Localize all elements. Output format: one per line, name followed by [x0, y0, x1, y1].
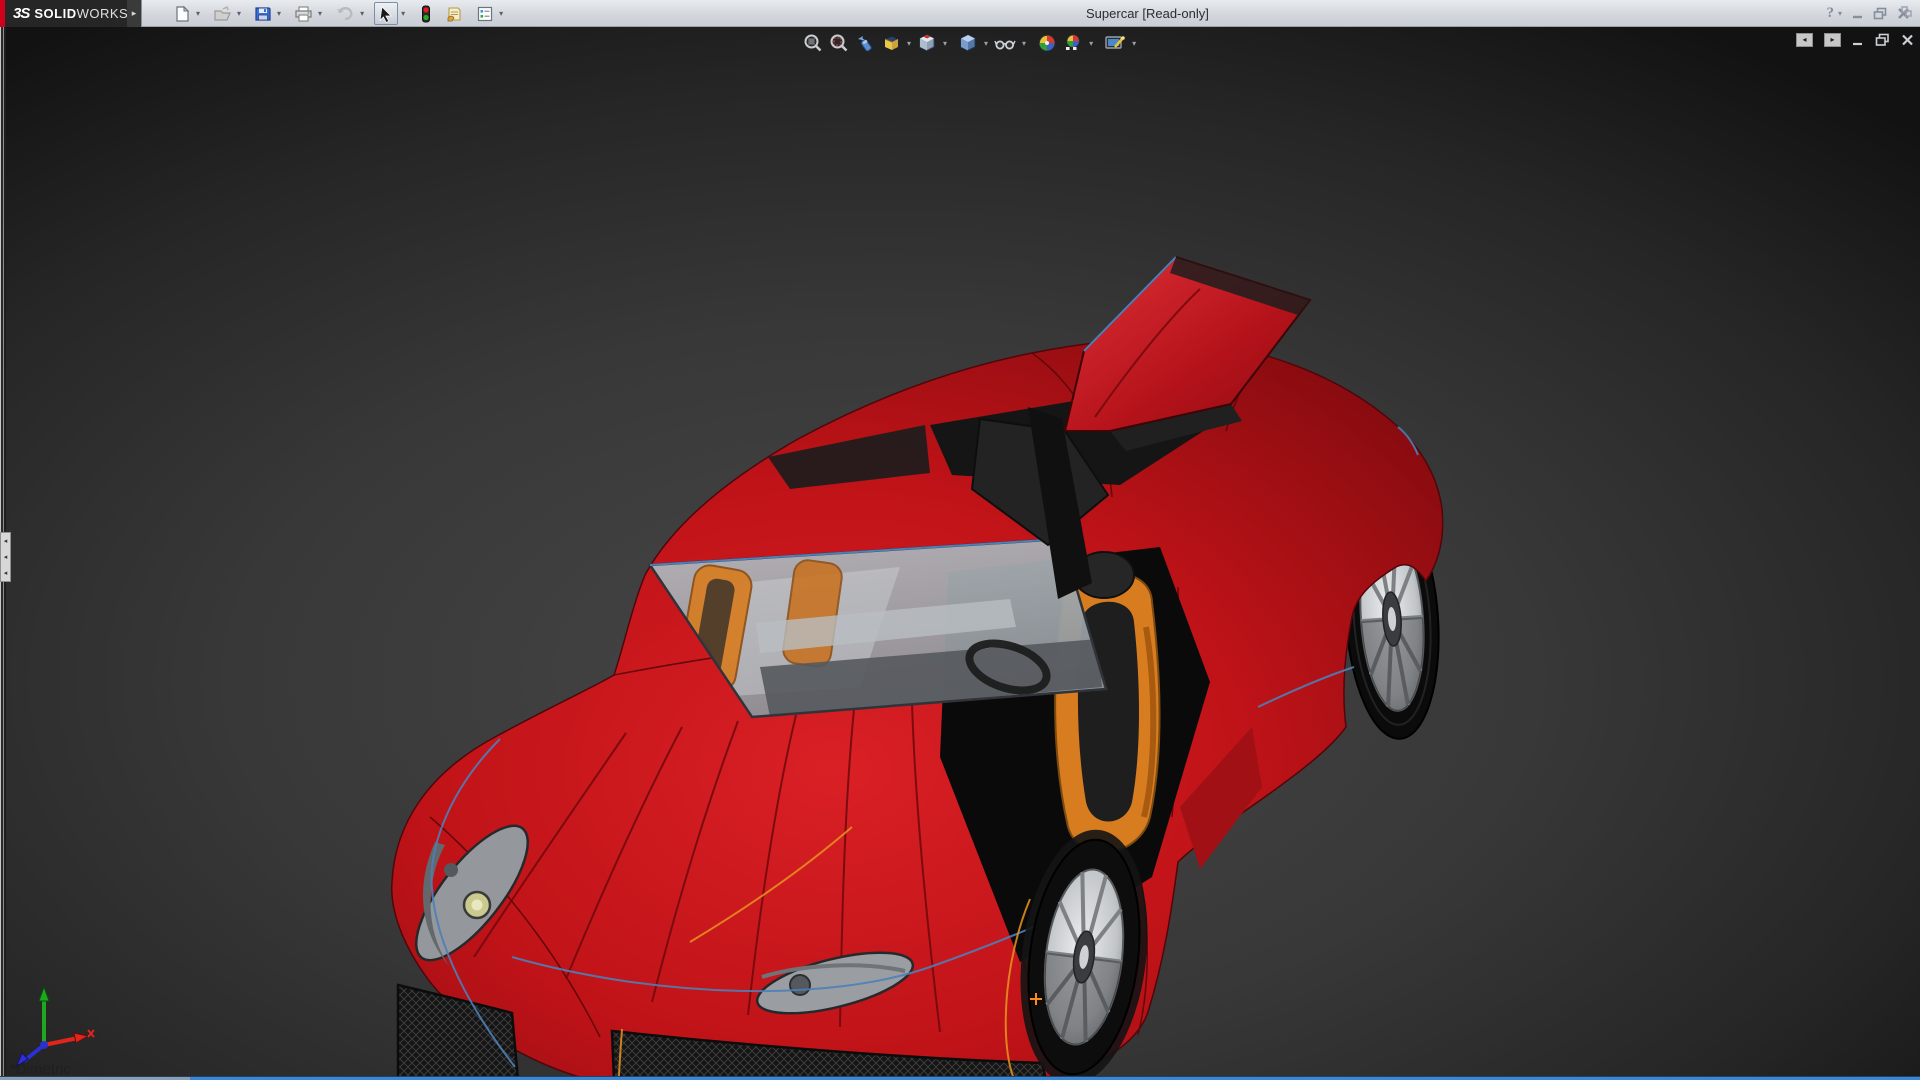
new-document-icon — [173, 5, 191, 23]
view-settings-button[interactable] — [1101, 31, 1129, 55]
undo-dropdown[interactable]: ▾ — [358, 9, 368, 18]
open-folder-icon — [213, 5, 232, 23]
zoom-to-area-icon — [829, 33, 849, 53]
select-tool-dropdown[interactable]: ▾ — [398, 2, 410, 25]
heads-up-view-toolbar: ▾ ▾ ▾ ▾ — [800, 31, 1139, 55]
orientation-triad — [6, 979, 96, 1069]
window-controls: ? ▾ — [1826, 0, 1910, 27]
brand-name-bold: SOLID — [34, 6, 76, 21]
zoom-to-fit-button[interactable] — [800, 31, 826, 55]
view-orientation-button[interactable] — [914, 31, 940, 55]
open-dropdown[interactable]: ▾ — [235, 9, 245, 18]
help-dropdown[interactable]: ▾ — [1838, 9, 1842, 18]
hide-show-items-dropdown[interactable]: ▾ — [1019, 39, 1029, 48]
previous-view-icon — [855, 33, 875, 53]
hide-show-items-button[interactable] — [991, 31, 1019, 55]
graphics-area: ◂ ◂ ◂ — [0, 27, 1920, 1080]
print-icon — [294, 5, 313, 23]
panel-tab-arrow-icon: ◂ — [4, 570, 8, 577]
close-document-button[interactable] — [1901, 33, 1914, 47]
view-orientation-dropdown[interactable]: ▾ — [904, 39, 914, 48]
view-orientation-cube-icon — [917, 33, 937, 53]
apply-scene-icon — [1063, 33, 1083, 53]
rebuild-button[interactable] — [416, 2, 436, 25]
standard-toolbar: ▾ ▾ ▾ ▾ — [170, 1, 507, 26]
expand-pane-arrow-icon: ▸ — [1830, 36, 1834, 44]
minimize-document-button[interactable] — [1852, 33, 1864, 47]
restore-document-button[interactable] — [1875, 33, 1890, 47]
hide-show-glasses-icon — [994, 33, 1016, 53]
zoom-to-area-button[interactable] — [826, 31, 852, 55]
select-cursor-icon — [377, 5, 395, 23]
menu-flyout-arrow-icon: ▸ — [132, 8, 137, 19]
solidworks-logo: 3S SOLID WORKS — [5, 0, 127, 27]
edit-appearance-ball-icon — [1037, 33, 1057, 53]
save-button[interactable] — [251, 2, 275, 25]
file-properties-icon — [445, 5, 464, 23]
minimize-button[interactable] — [1851, 7, 1864, 20]
print-dropdown[interactable]: ▾ — [316, 9, 326, 18]
menu-flyout-button[interactable]: ▸ — [127, 0, 142, 27]
brand-name-light: WORKS — [77, 6, 129, 21]
undo-button[interactable] — [332, 2, 358, 25]
window-title: Supercar [Read-only] — [1086, 6, 1209, 21]
select-dropdown-arrow-icon: ▾ — [399, 9, 409, 18]
file-properties-button[interactable] — [442, 2, 467, 25]
previous-view-button[interactable] — [852, 31, 878, 55]
open-button[interactable] — [210, 2, 235, 25]
expand-pane-button[interactable]: ▸ — [1824, 33, 1841, 47]
help-button[interactable]: ? — [1826, 5, 1834, 22]
panel-tab-arrow-icon: ◂ — [4, 538, 8, 545]
3d-viewport-canvas[interactable] — [0, 27, 1920, 1080]
options-checklist-icon — [476, 5, 494, 23]
section-view-icon — [881, 33, 901, 53]
zoom-to-fit-icon — [803, 33, 823, 53]
options-dropdown[interactable]: ▾ — [497, 9, 507, 18]
section-view-button[interactable] — [878, 31, 904, 55]
feature-manager-collapsed-tab[interactable]: ◂ ◂ ◂ — [0, 532, 11, 582]
collapse-pane-button[interactable]: ◂ — [1796, 33, 1813, 47]
new-document-button[interactable] — [170, 2, 194, 25]
save-dropdown[interactable]: ▾ — [275, 9, 285, 18]
bottom-window-edge — [0, 1076, 1920, 1080]
save-floppy-icon — [254, 5, 272, 23]
display-style-button[interactable] — [955, 31, 981, 55]
print-button[interactable] — [291, 2, 316, 25]
corner-partial-icon — [1901, 5, 1915, 19]
display-style-cube-icon — [958, 33, 978, 53]
brand-mark: 3S — [13, 5, 29, 22]
panel-tab-arrow-icon: ◂ — [4, 554, 8, 561]
new-document-dropdown[interactable]: ▾ — [194, 9, 204, 18]
view-settings-dropdown[interactable]: ▾ — [1129, 39, 1139, 48]
title-bar: 3S SOLID WORKS ▸ ▾ ▾ — [0, 0, 1920, 27]
options-button[interactable] — [473, 2, 497, 25]
view-settings-icon — [1104, 33, 1126, 53]
display-style-flyout[interactable]: ▾ — [981, 39, 991, 48]
collapse-pane-arrow-icon: ◂ — [1802, 36, 1806, 44]
edit-appearance-button[interactable] — [1034, 31, 1060, 55]
rebuild-traffic-light-icon — [419, 5, 433, 23]
apply-scene-button[interactable] — [1060, 31, 1086, 55]
apply-scene-dropdown[interactable]: ▾ — [1086, 39, 1096, 48]
select-tool-button[interactable] — [374, 2, 398, 25]
restore-button[interactable] — [1873, 7, 1888, 20]
display-style-dropdown[interactable]: ▾ — [940, 39, 950, 48]
document-window-controls: ◂ ▸ — [1796, 33, 1914, 47]
undo-icon — [335, 5, 355, 23]
